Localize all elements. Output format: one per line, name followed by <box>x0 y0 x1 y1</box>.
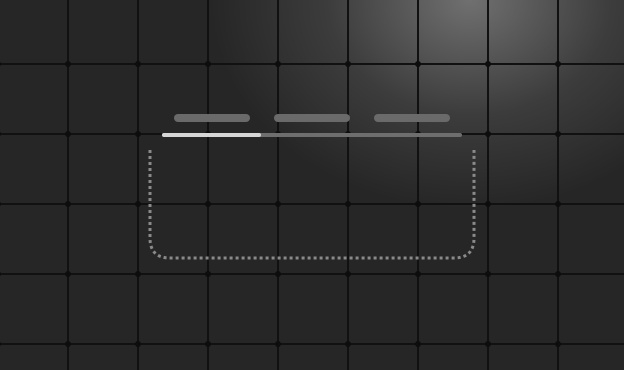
grid-node <box>275 271 281 277</box>
grid-node <box>485 271 491 277</box>
grid-node <box>135 61 141 67</box>
grid-node <box>485 61 491 67</box>
tab-1[interactable] <box>174 114 250 122</box>
tab-3[interactable] <box>374 114 450 122</box>
grid-node <box>415 341 421 347</box>
drop-zone[interactable] <box>148 148 476 260</box>
grid-node <box>345 271 351 277</box>
app-canvas <box>0 0 624 370</box>
grid-node <box>135 341 141 347</box>
progress-bar <box>162 133 462 137</box>
grid-node <box>0 131 1 137</box>
grid-node <box>205 271 211 277</box>
grid-node <box>65 271 71 277</box>
grid-node <box>0 61 1 67</box>
grid-node <box>205 61 211 67</box>
grid-node <box>345 61 351 67</box>
grid-node <box>345 341 351 347</box>
grid-node <box>65 61 71 67</box>
grid-node <box>205 341 211 347</box>
grid-node <box>65 131 71 137</box>
grid-node <box>555 61 561 67</box>
tab-2[interactable] <box>274 114 350 122</box>
grid-node <box>415 271 421 277</box>
progress-bar-fill <box>162 133 261 137</box>
grid-node <box>275 341 281 347</box>
grid-node <box>485 131 491 137</box>
grid-node <box>485 201 491 207</box>
drop-zone-border <box>148 150 476 260</box>
grid-node <box>135 271 141 277</box>
grid-node <box>275 61 281 67</box>
grid-node <box>0 201 1 207</box>
grid-node <box>555 341 561 347</box>
grid-node <box>135 201 141 207</box>
grid-node <box>135 131 141 137</box>
grid-node <box>65 201 71 207</box>
grid-node <box>0 341 1 347</box>
grid-node <box>415 61 421 67</box>
grid-node <box>555 131 561 137</box>
grid-node <box>555 271 561 277</box>
grid-node <box>485 341 491 347</box>
grid-node <box>65 341 71 347</box>
grid-node <box>0 271 1 277</box>
grid-node <box>555 201 561 207</box>
